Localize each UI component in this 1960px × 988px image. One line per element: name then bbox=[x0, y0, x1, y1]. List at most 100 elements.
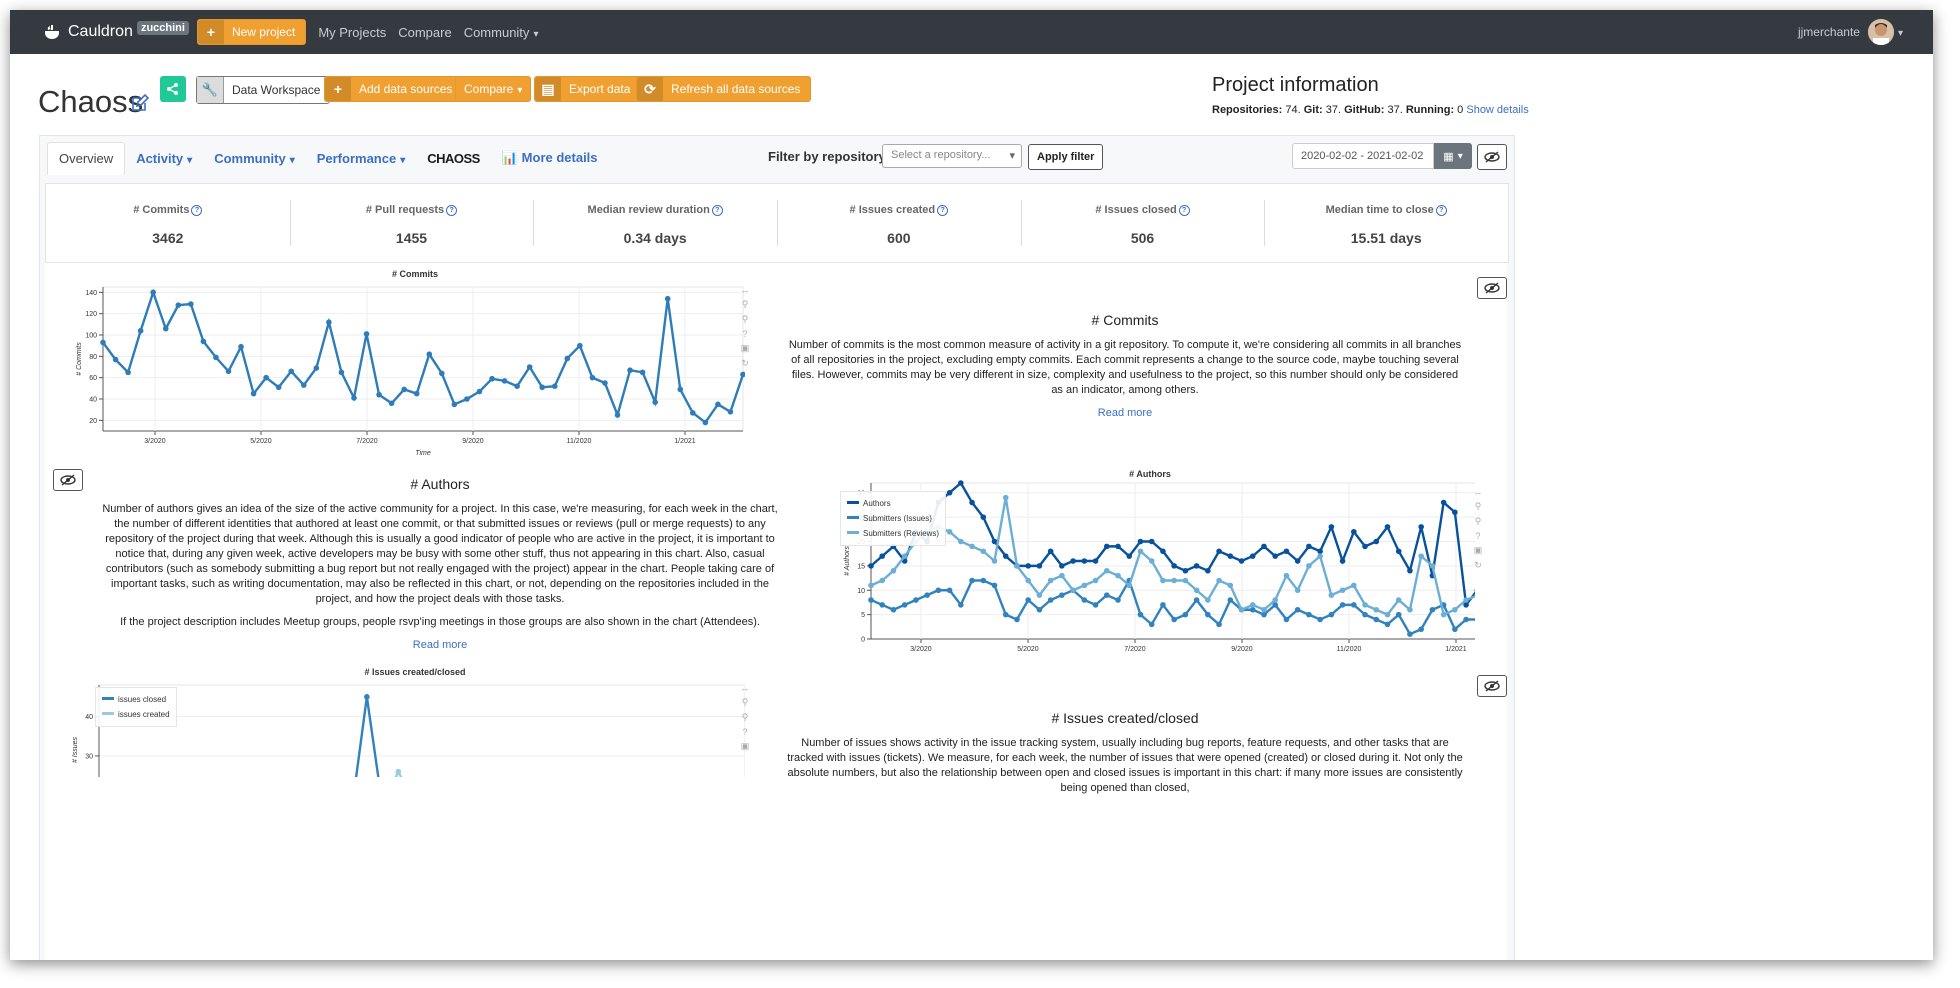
data-point[interactable] bbox=[868, 597, 874, 603]
data-point[interactable] bbox=[1407, 606, 1413, 613]
data-point[interactable] bbox=[1384, 621, 1391, 628]
data-point[interactable] bbox=[1440, 611, 1447, 618]
data-point[interactable] bbox=[489, 375, 495, 382]
reset-icon[interactable]: ↻ bbox=[1474, 560, 1482, 571]
help-icon[interactable]: ? bbox=[1475, 531, 1480, 541]
data-point[interactable] bbox=[1384, 524, 1391, 530]
data-point[interactable] bbox=[901, 553, 908, 559]
data-point[interactable] bbox=[326, 319, 332, 325]
save-icon[interactable]: ▣ bbox=[741, 343, 750, 354]
data-point[interactable] bbox=[376, 391, 382, 398]
data-point[interactable] bbox=[946, 528, 953, 535]
data-point[interactable] bbox=[1429, 606, 1436, 613]
data-point[interactable] bbox=[1216, 577, 1222, 584]
add-data-sources-button[interactable]: + Add data sources bbox=[324, 76, 464, 102]
tab-community[interactable]: Community bbox=[203, 143, 306, 174]
reset-icon[interactable]: ↻ bbox=[741, 358, 749, 369]
user-menu[interactable]: jjmerchante bbox=[1798, 10, 1903, 54]
data-point[interactable] bbox=[364, 694, 370, 700]
data-point[interactable] bbox=[1261, 606, 1267, 613]
data-point[interactable] bbox=[1182, 577, 1189, 584]
data-point[interactable] bbox=[1294, 606, 1301, 613]
data-point[interactable] bbox=[1272, 597, 1279, 603]
data-point[interactable] bbox=[388, 400, 395, 407]
data-point[interactable] bbox=[1306, 543, 1312, 550]
data-point[interactable] bbox=[564, 355, 571, 362]
help-icon[interactable]: ? bbox=[742, 727, 747, 737]
data-point[interactable] bbox=[1092, 577, 1099, 584]
data-point[interactable] bbox=[935, 587, 942, 594]
data-point[interactable] bbox=[639, 369, 646, 376]
data-point[interactable] bbox=[1294, 587, 1301, 594]
data-point[interactable] bbox=[1137, 611, 1144, 618]
data-point[interactable] bbox=[1193, 587, 1200, 594]
data-point[interactable] bbox=[727, 409, 734, 415]
data-point[interactable] bbox=[901, 602, 908, 608]
data-point[interactable] bbox=[1171, 563, 1177, 569]
legend-item[interactable]: issues created bbox=[102, 707, 170, 722]
data-point[interactable] bbox=[969, 577, 975, 584]
data-point[interactable] bbox=[1249, 553, 1256, 559]
data-point[interactable] bbox=[1025, 577, 1031, 584]
hide-commits-description-button[interactable] bbox=[1477, 277, 1507, 299]
data-point[interactable] bbox=[1002, 553, 1009, 559]
brand[interactable]: Cauldron zucchini bbox=[42, 21, 189, 42]
data-point[interactable] bbox=[664, 295, 671, 302]
data-point[interactable] bbox=[137, 327, 144, 334]
data-point[interactable] bbox=[1171, 616, 1177, 623]
data-point[interactable] bbox=[1317, 616, 1323, 623]
data-point[interactable] bbox=[238, 343, 244, 350]
data-point[interactable] bbox=[1070, 558, 1076, 564]
data-point[interactable] bbox=[1283, 548, 1290, 555]
calendar-dropdown-button[interactable]: ▦ bbox=[1434, 143, 1472, 169]
pan-icon[interactable]: ↔ bbox=[1474, 487, 1483, 497]
data-point[interactable] bbox=[1193, 563, 1200, 569]
data-point[interactable] bbox=[1059, 563, 1065, 569]
data-point[interactable] bbox=[300, 382, 307, 388]
data-point[interactable] bbox=[288, 368, 295, 375]
data-point[interactable] bbox=[426, 351, 433, 357]
data-point[interactable] bbox=[958, 538, 964, 545]
help-icon[interactable]: ? bbox=[937, 205, 949, 216]
data-point[interactable] bbox=[1339, 587, 1346, 594]
data-point[interactable] bbox=[1351, 528, 1357, 535]
data-point[interactable] bbox=[1216, 548, 1222, 555]
data-point[interactable] bbox=[1002, 494, 1009, 501]
data-point[interactable] bbox=[1351, 602, 1357, 608]
data-point[interactable] bbox=[1092, 602, 1099, 608]
data-point[interactable] bbox=[627, 367, 633, 373]
data-point[interactable] bbox=[225, 368, 232, 375]
data-point[interactable] bbox=[1025, 563, 1031, 569]
edit-icon[interactable] bbox=[131, 94, 149, 112]
data-point[interactable] bbox=[200, 338, 207, 345]
compare-dropdown-button[interactable]: Compare bbox=[455, 76, 532, 102]
zoom-in-icon[interactable]: ⚲ bbox=[1475, 501, 1482, 512]
data-point[interactable] bbox=[1440, 499, 1447, 506]
data-point[interactable] bbox=[1227, 553, 1234, 559]
date-range-input[interactable]: 2020-02-02 - 2021-02-02 bbox=[1292, 143, 1434, 169]
zoom-out-icon[interactable]: ⚲ bbox=[742, 712, 749, 723]
data-point[interactable] bbox=[980, 548, 987, 555]
repository-select[interactable]: Select a repository... bbox=[882, 144, 1022, 168]
legend-item[interactable]: Submitters (Reviews) bbox=[847, 526, 939, 541]
data-point[interactable] bbox=[1384, 611, 1391, 618]
export-data-button[interactable]: ▤ Export data bbox=[534, 76, 642, 102]
data-point[interactable] bbox=[879, 577, 886, 584]
data-point[interactable] bbox=[602, 380, 608, 386]
nav-my-projects[interactable]: My Projects bbox=[318, 25, 386, 40]
help-icon[interactable]: ? bbox=[711, 205, 723, 216]
help-icon[interactable]: ? bbox=[1178, 205, 1190, 216]
show-details-link[interactable]: Show details bbox=[1466, 104, 1528, 116]
data-point[interactable] bbox=[1306, 611, 1312, 618]
authors-read-more-link[interactable]: Read more bbox=[413, 639, 467, 651]
data-point[interactable] bbox=[1126, 553, 1133, 559]
data-point[interactable] bbox=[1283, 572, 1290, 579]
data-point[interactable] bbox=[1249, 606, 1256, 613]
data-point[interactable] bbox=[677, 386, 684, 393]
data-point[interactable] bbox=[1216, 621, 1222, 628]
data-point[interactable] bbox=[980, 577, 987, 584]
data-point[interactable] bbox=[1047, 597, 1054, 603]
legend-item[interactable]: issues closed bbox=[102, 692, 170, 707]
data-point[interactable] bbox=[890, 606, 897, 613]
data-point[interactable] bbox=[1261, 611, 1267, 618]
